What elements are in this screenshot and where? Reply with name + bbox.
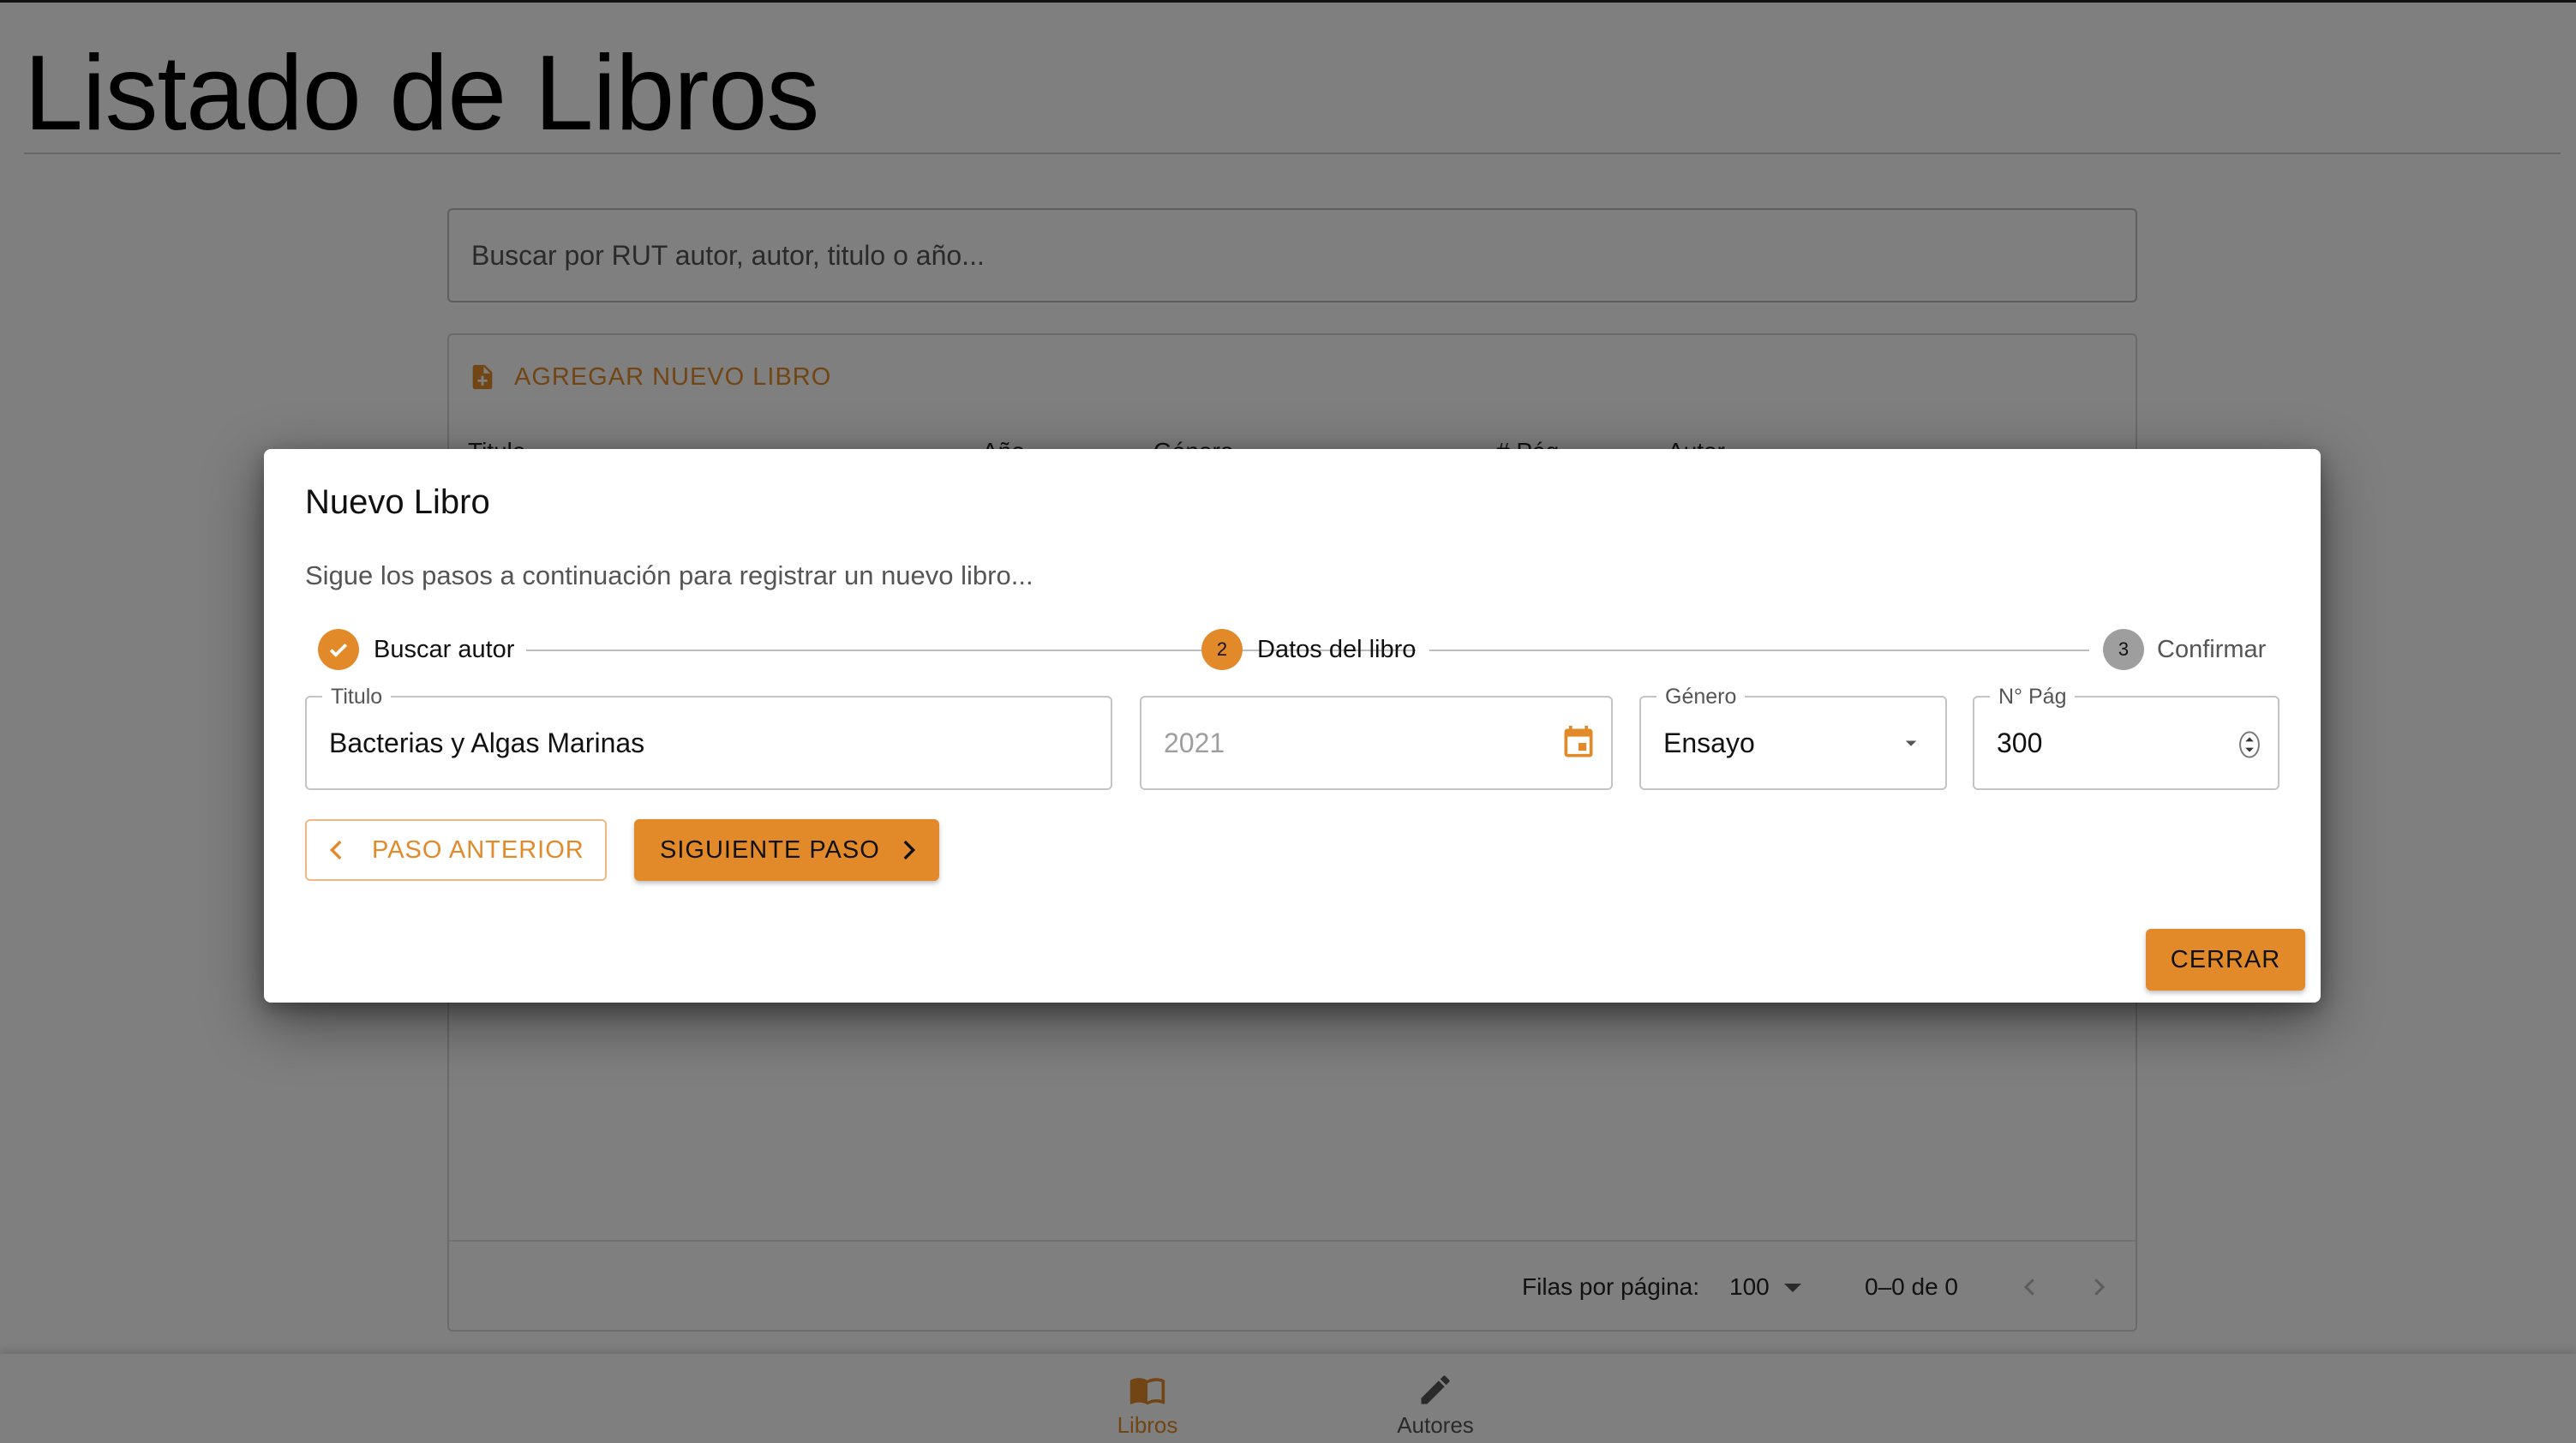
genre-field-value: Ensayo — [1663, 727, 1755, 758]
chevron-left-icon — [329, 840, 342, 860]
year-field-placeholder: 2021 — [1164, 727, 1225, 758]
close-dialog-label: CERRAR — [2170, 945, 2281, 973]
dropdown-arrow-icon — [1905, 740, 1917, 746]
previous-step-label: PASO ANTERIOR — [372, 835, 584, 864]
next-step-label: SIGUIENTE PASO — [660, 835, 880, 864]
chevron-right-icon — [903, 840, 915, 860]
dialog-description: Sigue los pasos a continuación para regi… — [305, 560, 1033, 590]
year-field[interactable]: 2021 — [1140, 696, 1613, 790]
close-dialog-button[interactable]: CERRAR — [2146, 929, 2305, 991]
genre-select[interactable]: Género Ensayo — [1639, 682, 1947, 790]
new-book-dialog: Nuevo Libro Sigue los pasos a continuaci… — [264, 449, 2321, 1003]
step-connector — [1429, 650, 2089, 651]
dialog-title: Nuevo Libro — [305, 483, 490, 521]
next-step-button[interactable]: SIGUIENTE PASO — [634, 819, 939, 881]
title-field-value: Bacterias y Algas Marinas — [329, 727, 645, 758]
step-label-datos-libro: Datos del libro — [1257, 636, 1417, 663]
previous-step-button[interactable]: PASO ANTERIOR — [305, 819, 607, 881]
step-label-confirmar: Confirmar — [2157, 636, 2267, 663]
step-label-buscar-autor: Buscar autor — [374, 636, 515, 663]
pages-field[interactable]: N° Pág 300 — [1973, 682, 2279, 790]
stepper: Buscar autor 2 Datos del libro 3 Confirm… — [264, 624, 2321, 675]
title-field[interactable]: Titulo Bacterias y Algas Marinas — [305, 682, 1112, 790]
calendar-icon[interactable] — [1560, 722, 1597, 763]
step-number-2: 2 — [1201, 629, 1243, 670]
step-number-3: 3 — [2103, 629, 2144, 670]
pages-field-value: 300 — [1997, 727, 2043, 758]
step-completed-check-icon — [318, 629, 359, 670]
number-spinner-icon[interactable] — [2237, 730, 2262, 759]
